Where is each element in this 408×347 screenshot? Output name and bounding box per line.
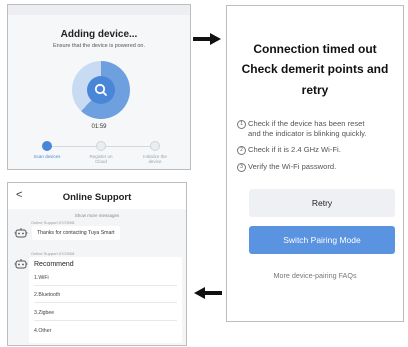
support-header: < Online Support <box>8 183 186 209</box>
bot-avatar-icon <box>14 259 28 269</box>
timeout-title: Connection timed out <box>253 42 377 56</box>
switch-pairing-mode-button[interactable]: Switch Pairing Mode <box>249 226 395 254</box>
step-initialize-icon <box>150 141 160 151</box>
number-3-icon: 3 <box>237 163 246 172</box>
message-meta: Online Support 07/29/08 <box>31 220 75 225</box>
support-title: Online Support <box>62 192 132 203</box>
pairing-faqs-link[interactable]: More device-pairing FAQs <box>227 271 403 280</box>
recommend-title: Recommend <box>34 261 74 268</box>
check-item-password: 3 Verify the Wi-Fi password. <box>237 162 402 172</box>
countdown-timer: 01:59 <box>91 124 107 130</box>
recommend-option-bluetooth[interactable]: 2.Bluetooth <box>34 287 177 303</box>
status-bar <box>8 5 190 15</box>
retry-button[interactable]: Retry <box>249 189 395 217</box>
show-more-messages-link[interactable]: Show more messages <box>8 213 186 218</box>
bot-avatar-icon <box>14 228 28 238</box>
step-register-icon <box>96 141 106 151</box>
arrow-left-icon <box>194 287 222 299</box>
check-wifi-band-text: Check if it is 2.4 GHz Wi-Fi. <box>248 145 341 154</box>
message-meta: Online Support 07/29/08 <box>31 251 75 256</box>
recommend-option-zigbee[interactable]: 3.Zigbee <box>34 305 177 321</box>
recommend-option-wifi[interactable]: 1.WiFi <box>34 270 177 286</box>
step-initialize-label: Initialize the device <box>143 154 167 164</box>
check-reset-text: Check if the device has been reset <box>248 119 365 128</box>
online-support-screen: < Online Support Show more messages Onli… <box>7 182 187 346</box>
adding-device-screen: Adding device... Ensure that the device … <box>7 4 191 170</box>
step-scan-icon <box>42 141 52 151</box>
step-scan-label: Scan devices <box>33 154 61 159</box>
recommend-option-other[interactable]: 4.Other <box>34 323 177 339</box>
recommend-card: Recommend 1.WiFi 2.Bluetooth 3.Zigbee 4.… <box>29 257 182 343</box>
adding-subtitle: Ensure that the device is powered on. <box>52 43 146 49</box>
adding-title: Adding device... <box>60 29 138 40</box>
step-register-label: Register on Cloud <box>89 154 113 164</box>
check-reset-text-line2: and the indicator is blinking quickly. <box>248 129 367 138</box>
number-2-icon: 2 <box>237 146 246 155</box>
timeout-title-line2: Check demerit points and <box>241 62 389 76</box>
timeout-screen: Connection timed out Check demerit point… <box>226 5 404 322</box>
check-item-reset: 1 Check if the device has been reset <box>237 119 402 129</box>
number-1-icon: 1 <box>237 120 246 129</box>
message-bubble: Thanks for contacting Tuya Smart <box>32 226 120 240</box>
check-item-wifi-band: 2 Check if it is 2.4 GHz Wi-Fi. <box>237 145 402 155</box>
arrow-right-icon <box>193 33 221 45</box>
check-password-text: Verify the Wi-Fi password. <box>248 162 337 171</box>
timeout-title-line3: retry <box>301 83 329 97</box>
search-icon <box>94 83 107 96</box>
